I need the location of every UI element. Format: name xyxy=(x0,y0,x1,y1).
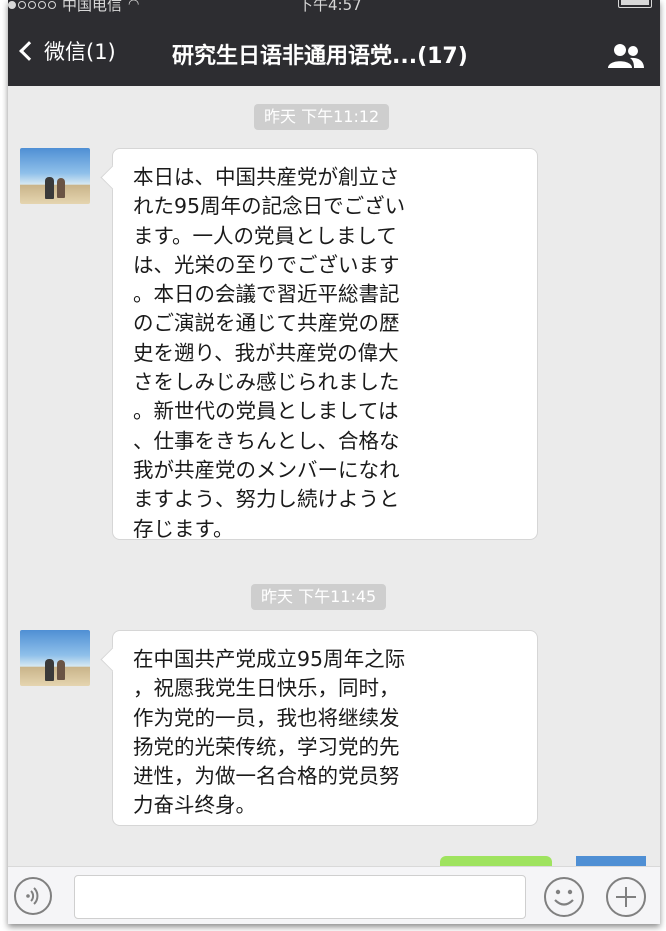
status-time: 下午4:57 xyxy=(298,0,362,14)
back-button[interactable]: 微信(1) xyxy=(18,36,116,66)
voice-icon xyxy=(26,887,39,905)
input-bar xyxy=(8,866,660,924)
carrier-label: 中国电信 xyxy=(62,0,123,14)
back-label: 微信(1) xyxy=(44,40,116,64)
timestamp: 昨天 下午11:45 xyxy=(251,584,387,610)
message-list[interactable]: 昨天 下午11:12 本日は、中国共産党が創立さ れた95周年の記念日でござい … xyxy=(8,86,660,870)
avatar[interactable] xyxy=(20,630,90,686)
chevron-left-icon xyxy=(19,41,39,61)
nav-bar: 微信(1) 研究生日语非通用语党...(17) xyxy=(8,22,660,86)
voice-button[interactable] xyxy=(14,877,52,915)
chat-screen: 中国电信 ◠ 下午4:57 微信(1) 研究生日语非通用语党...(17) 昨天… xyxy=(8,0,660,924)
message-input[interactable] xyxy=(74,875,526,919)
message-bubble[interactable]: 本日は、中国共産党が創立さ れた95周年の記念日でござい ます。一人の党員としま… xyxy=(112,148,538,541)
plus-icon[interactable] xyxy=(606,877,646,917)
status-bar: 中国电信 ◠ 下午4:57 xyxy=(8,0,660,22)
signal-strength-icon xyxy=(8,0,56,9)
header: 中国电信 ◠ 下午4:57 微信(1) 研究生日语非通用语党...(17) xyxy=(8,0,660,86)
status-left: 中国电信 ◠ xyxy=(8,0,139,15)
message-bubble[interactable]: 在中国共产党成立95周年之际 ，祝愿我党生日快乐，同时， 作为党的一员，我也将继… xyxy=(112,630,538,826)
timestamp: 昨天 下午11:12 xyxy=(254,104,390,130)
chat-title: 研究生日语非通用语党...(17) xyxy=(172,44,468,69)
group-icon[interactable] xyxy=(606,42,646,70)
emoji-icon xyxy=(554,889,574,906)
emoji-button[interactable] xyxy=(544,877,584,917)
message-text: 本日は、中国共産党が創立さ れた95周年の記念日でござい ます。一人の党員としま… xyxy=(133,165,406,541)
avatar[interactable] xyxy=(20,148,90,204)
wifi-icon: ◠ xyxy=(128,0,140,12)
battery-icon xyxy=(618,0,652,8)
message-text: 在中国共产党成立95周年之际 ，祝愿我党生日快乐，同时， 作为党的一员，我也将继… xyxy=(133,647,406,818)
